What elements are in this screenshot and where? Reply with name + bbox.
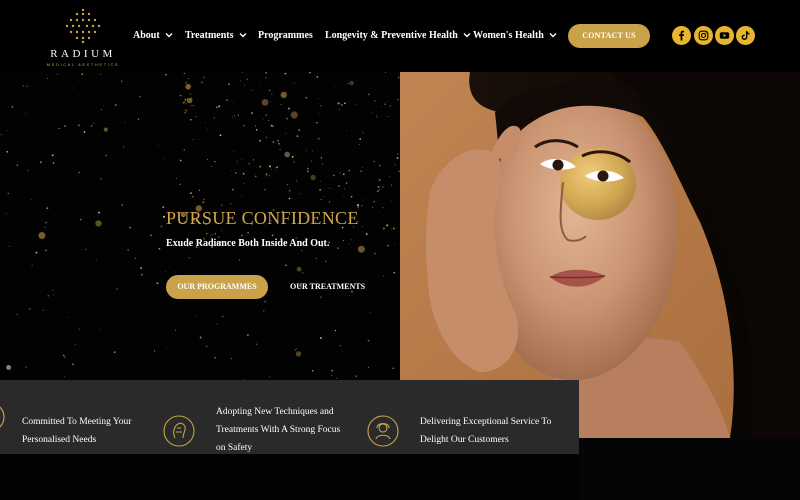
our-programmes-button[interactable]: OUR PROGRAMMES	[166, 275, 268, 299]
logo-wordmark: RADIUM	[50, 48, 116, 60]
section-background	[0, 454, 579, 500]
logo-dots-icon	[65, 8, 101, 44]
hero-subtitle: Exude Radiance Both Inside And Out.	[166, 238, 330, 249]
nav-item-label: About	[133, 30, 160, 41]
chevron-down-icon	[239, 33, 247, 38]
hero-title: PURSUE CONFIDENCE	[166, 208, 359, 228]
facebook-icon[interactable]	[672, 26, 691, 45]
nav-item-label: Programmes	[258, 30, 313, 41]
features-bar: Committed To Meeting Your Personalised N…	[0, 380, 579, 454]
feature-text-service: Delivering Exceptional Service To Deligh…	[420, 417, 552, 445]
nav-item-treatments[interactable]: Treatments	[185, 27, 247, 45]
feature-text-safety: Adopting New Techniques and Treatments W…	[216, 407, 341, 453]
section-background-dark	[579, 438, 800, 500]
chevron-down-icon	[463, 33, 471, 38]
nav-item-label: Women's Health	[473, 30, 544, 41]
contact-us-button[interactable]: CONTACT US	[568, 24, 650, 48]
logo-tagline: MEDICAL AESTHETICS	[46, 62, 120, 67]
feature-text-personalised: Committed To Meeting Your Personalised N…	[22, 417, 132, 445]
nav-item-womens-health[interactable]: Women's Health	[473, 27, 557, 45]
nav-item-label: Longevity & Preventive Health	[325, 30, 458, 41]
nav-item-label: Treatments	[185, 30, 234, 41]
chevron-down-icon	[165, 33, 173, 38]
youtube-icon[interactable]	[715, 26, 734, 45]
nav-item-programmes[interactable]: Programmes	[258, 27, 313, 45]
nav-item-longevity[interactable]: Longevity & Preventive Health	[325, 27, 471, 45]
ornament-icon	[0, 406, 5, 428]
radium-logo[interactable]: RADIUM MEDICAL AESTHETICS	[38, 8, 128, 67]
face-care-icon	[163, 415, 195, 447]
customer-service-icon	[367, 415, 399, 447]
nav-item-about[interactable]: About	[133, 27, 173, 45]
instagram-icon[interactable]	[694, 26, 713, 45]
chevron-down-icon	[549, 33, 557, 38]
tiktok-icon[interactable]	[736, 26, 755, 45]
site-header: RADIUM MEDICAL AESTHETICS About Treatmen…	[0, 0, 800, 72]
our-treatments-link[interactable]: OUR TREATMENTS	[290, 275, 365, 299]
